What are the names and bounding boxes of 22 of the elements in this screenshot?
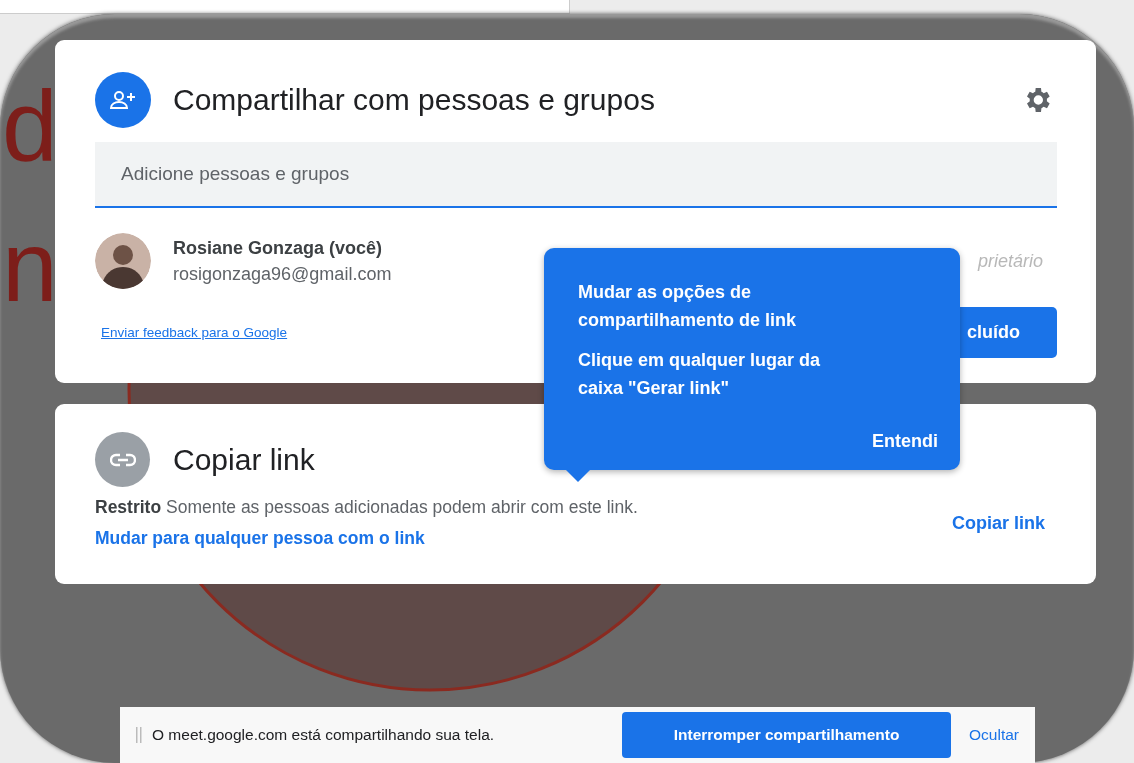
- stop-sharing-button[interactable]: Interromper compartilhamento: [622, 712, 952, 758]
- tooltip-text: Clique em qualquer lugar da caixa "Gerar link": [578, 349, 822, 400]
- tooltip-title: Mudar as opções de compartilhamento de link: [578, 281, 798, 332]
- copy-link-button[interactable]: Copiar link: [952, 506, 1045, 540]
- dialog-title: Compartilhar com pessoas e grupos: [173, 83, 655, 117]
- feedback-link[interactable]: Enviar feedback para o Google: [101, 325, 288, 340]
- got-it-button[interactable]: Entendi: [872, 427, 938, 456]
- add-people-field[interactable]: Adicione pessoas e grupos: [95, 142, 1057, 208]
- access-description: Restrito Somente as pessoas adicionadas podem abrir com este link.: [95, 497, 638, 518]
- hide-link[interactable]: Ocultar: [969, 726, 1019, 744]
- backdrop-letter: d: [2, 76, 58, 176]
- link-icon: [95, 432, 150, 487]
- person-email: rosigonzaga96@gmail.com: [173, 263, 392, 285]
- change-access-link[interactable]: Mudar para qualquer pessoa com o link: [95, 528, 638, 549]
- add-person-icon: [95, 72, 151, 128]
- backdrop-letter: n: [2, 216, 58, 316]
- avatar-icon: [95, 233, 151, 289]
- card-title: Copiar link: [173, 442, 315, 477]
- sharing-message: O meet.google.com está compartilhando sua tela.: [152, 726, 495, 744]
- role-label: prietário: [977, 250, 1043, 272]
- drag-handle-icon[interactable]: [136, 727, 142, 743]
- person-name: Rosiane Gonzaga (você): [173, 237, 384, 259]
